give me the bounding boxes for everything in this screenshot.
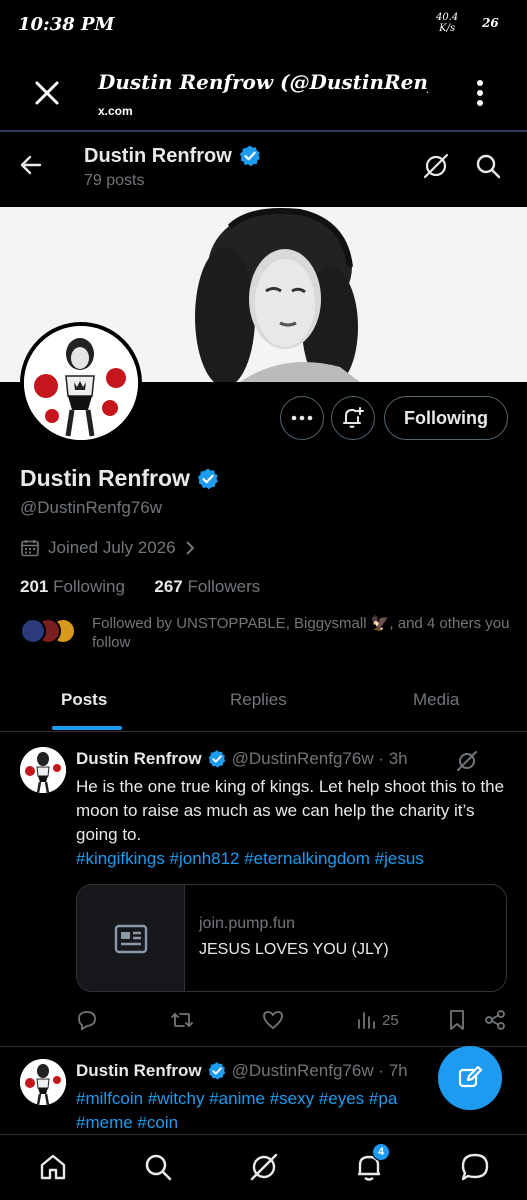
link-card-thumbnail (77, 885, 185, 991)
more-options-button[interactable] (280, 396, 324, 440)
grok-icon[interactable] (422, 152, 450, 180)
followed-by-avatars (20, 618, 80, 646)
link-card-domain: join.pump.fun (199, 915, 296, 932)
compose-post-button[interactable] (438, 1046, 502, 1110)
profile-tabs: Posts Replies Media (0, 672, 527, 732)
network-speed-value: 40.4 (436, 12, 459, 23)
header-profile-name: Dustin Renfrow (84, 144, 262, 168)
joined-date-text: Joined July 2026 (48, 538, 176, 557)
tweet-avatar-image (20, 1059, 66, 1105)
header-posts-count: 79 posts (84, 172, 145, 189)
back-arrow-icon[interactable] (18, 152, 44, 178)
followers-count: 267 (154, 577, 183, 596)
tweet-handle-time: @DustinRenfg76w · 7h (231, 1061, 408, 1080)
followed-by-text: Followed by UNSTOPPABLE, Biggysmall 🦅, a… (92, 615, 510, 651)
follower-avatar (20, 618, 46, 644)
tweet-actions: 25 (76, 1006, 511, 1034)
following-stat[interactable]: 201 Following (20, 577, 125, 596)
verified-badge-icon[interactable] (196, 467, 220, 491)
messages-icon[interactable] (459, 1151, 491, 1183)
browser-url: x.com (98, 104, 133, 118)
tweet-handle-time: @DustinRenfg76w · 3h (231, 749, 408, 768)
heart-icon (263, 1011, 283, 1030)
tweet-text-content: He is the one true king of kings. Let he… (76, 777, 505, 844)
tweet-hashtags[interactable]: #kingifkings #jonh812 #eternalkingdom #j… (76, 847, 506, 871)
joined-date-row[interactable]: Joined July 2026 (20, 538, 196, 558)
profile-name: Dustin Renfrow (20, 465, 220, 492)
share-button[interactable] (484, 1006, 506, 1034)
share-icon (485, 1010, 505, 1030)
link-card-title: JESUS LOVES YOU (JLY) (199, 941, 389, 958)
tweet-avatar[interactable] (20, 1059, 66, 1105)
notifications-toggle-button[interactable] (331, 396, 375, 440)
views-button[interactable]: 25 (356, 1006, 399, 1034)
views-count: 25 (382, 1011, 399, 1029)
follow-stats: 201 Following 267 Followers (20, 577, 260, 597)
profile-avatar-image (24, 326, 138, 440)
reply-icon (78, 1011, 96, 1031)
repost-icon (171, 1012, 193, 1028)
network-speed-unit: K/s (439, 23, 456, 34)
bottom-navigation: 4 (0, 1134, 527, 1200)
active-tab-indicator (52, 726, 122, 730)
more-horizontal-icon (291, 415, 313, 421)
reply-button[interactable] (76, 1006, 98, 1034)
grok-icon[interactable] (456, 750, 478, 772)
bell-plus-icon (343, 407, 364, 428)
tweet[interactable]: Dustin Renfrow @DustinRenfg76w · 3h He i… (0, 733, 527, 1045)
tweet-avatar-image (20, 747, 66, 793)
grok-icon[interactable] (248, 1151, 280, 1183)
repost-button[interactable] (170, 1006, 194, 1034)
views-chart-icon (358, 1012, 375, 1029)
home-icon[interactable] (37, 1151, 69, 1183)
link-card[interactable]: join.pump.fun JESUS LOVES YOU (JLY) (76, 884, 507, 992)
following-label: Following (53, 577, 125, 596)
followers-stat[interactable]: 267 Followers (154, 577, 260, 596)
profile-name-text: Dustin Renfrow (20, 465, 190, 491)
browser-bar: Dustin Renfrow (@DustinRenfg7... x.com (0, 52, 527, 132)
article-icon (114, 924, 147, 954)
bookmark-icon (450, 1010, 464, 1030)
chevron-right-icon (185, 541, 195, 555)
compose-icon (458, 1065, 483, 1088)
followed-by-row[interactable]: Followed by UNSTOPPABLE, Biggysmall 🦅, a… (20, 614, 520, 654)
status-time: 10:38 PM (18, 14, 115, 35)
followers-label: Followers (187, 577, 261, 596)
tweet-text: He is the one true king of kings. Let he… (76, 775, 506, 871)
verified-badge-icon (208, 750, 225, 768)
battery-level: 26 (482, 16, 499, 30)
browser-page-title: Dustin Renfrow (@DustinRenfg7... (98, 70, 428, 94)
status-bar: 10:38 PM 40.4 K/s 26 (0, 0, 527, 52)
like-button[interactable] (262, 1006, 284, 1034)
tab-replies[interactable]: Replies (230, 690, 287, 710)
calendar-icon (21, 540, 39, 557)
close-icon[interactable] (30, 76, 64, 110)
tweet-author-name[interactable]: Dustin Renfrow (76, 749, 202, 769)
profile-top-bar: Dustin Renfrow 79 posts (0, 134, 527, 206)
profile-avatar[interactable] (20, 322, 142, 444)
bookmark-button[interactable] (448, 1006, 466, 1034)
following-count: 201 (20, 577, 49, 596)
tweet-avatar[interactable] (20, 747, 66, 793)
network-speed: 40.4 K/s (436, 12, 458, 34)
profile-handle: @DustinRenfg76w (20, 498, 162, 517)
following-button[interactable]: Following (384, 396, 508, 440)
tweet-header: Dustin Renfrow @DustinRenfg76w · 3h (76, 749, 408, 769)
verified-badge-icon (208, 1062, 225, 1080)
tab-posts[interactable]: Posts (61, 690, 107, 710)
tab-media[interactable]: Media (413, 690, 459, 710)
search-icon[interactable] (142, 1151, 174, 1183)
notifications-badge: 4 (372, 1143, 390, 1161)
verified-badge-icon (239, 145, 260, 167)
tweet-header: Dustin Renfrow @DustinRenfg76w · 7h (76, 1061, 408, 1081)
search-icon[interactable] (474, 152, 502, 180)
header-name-text: Dustin Renfrow (84, 144, 232, 167)
tweet-hashtags-line-2[interactable]: #meme #coin (76, 1111, 506, 1134)
more-vertical-icon[interactable] (466, 78, 494, 108)
tweet-author-name[interactable]: Dustin Renfrow (76, 1061, 202, 1081)
